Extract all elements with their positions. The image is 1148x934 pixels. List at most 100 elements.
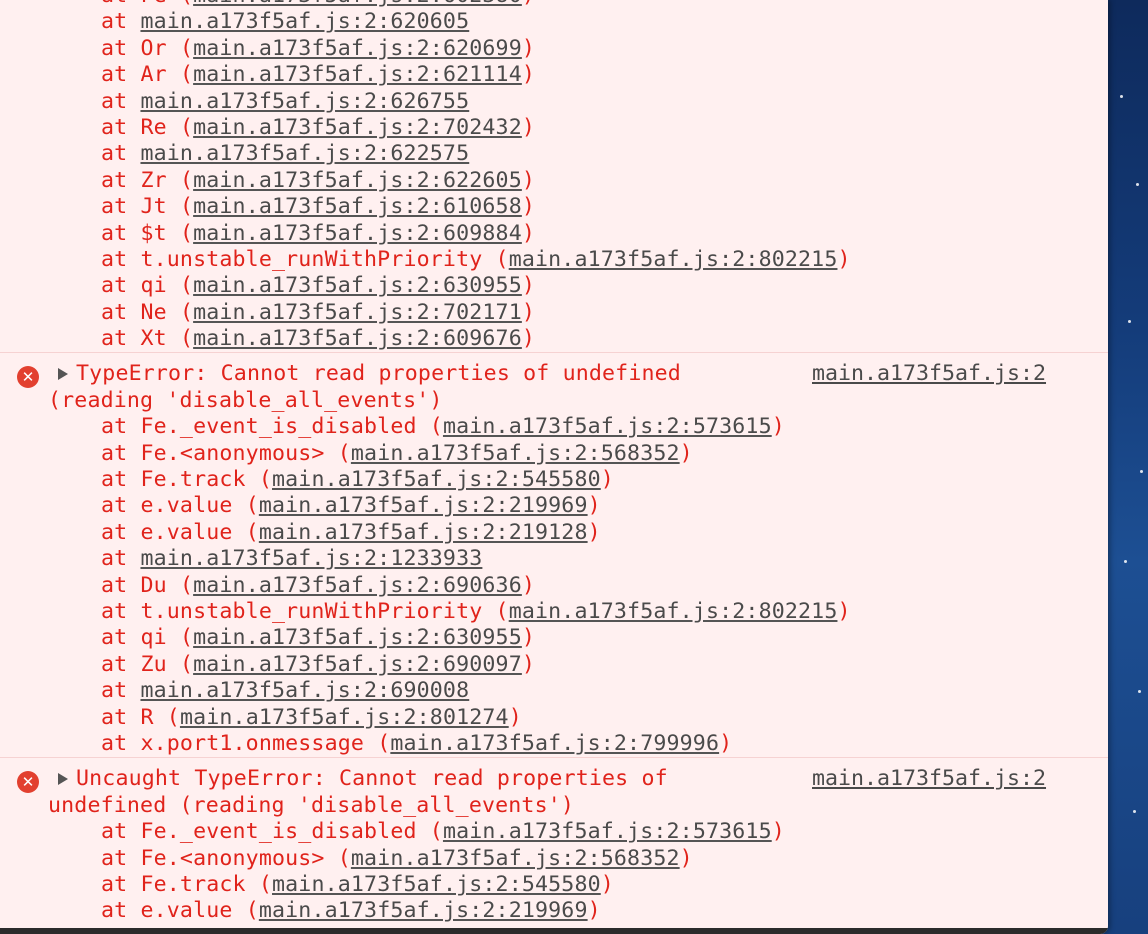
- paren-open: (: [179, 625, 194, 651]
- paren-open: (: [429, 819, 443, 845]
- paren-close: ): [837, 246, 851, 272]
- stack-frame-source-link[interactable]: main.a173f5af.js:2:702432: [193, 115, 522, 140]
- stack-frame-source-link[interactable]: main.a173f5af.js:2:626755: [140, 89, 469, 114]
- stack-frame-source-link[interactable]: main.a173f5af.js:2:1233933: [140, 546, 482, 571]
- paren-close: ): [587, 519, 601, 545]
- devtools-console-panel: at Fe (main.a173f5af.js:2:602380)at main…: [0, 0, 1108, 934]
- stack-frame-line: at Ne (main.a173f5af.js:2:702171): [0, 300, 1108, 326]
- stack-frame-source-link[interactable]: main.a173f5af.js:2:801274: [180, 705, 509, 730]
- stack-frame-at: at: [101, 493, 128, 519]
- stack-frame-at: at: [101, 704, 128, 730]
- stack-frame-function: Ne: [140, 299, 167, 325]
- error-message-text: TypeError: Cannot read properties of und…: [76, 361, 681, 387]
- stack-frame-function: Fe.<anonymous>: [140, 440, 325, 466]
- paren-close: ): [521, 651, 536, 677]
- paren-close: ): [600, 467, 614, 493]
- disclosure-triangle-icon[interactable]: [58, 773, 68, 786]
- stack-frame-at: at: [101, 9, 128, 35]
- paren-close: ): [719, 730, 733, 756]
- console-message-list: at Fe (main.a173f5af.js:2:602380)at main…: [0, 0, 1108, 925]
- paren-close: ): [771, 414, 785, 440]
- stack-frame-at: at: [101, 440, 128, 466]
- stack-frame-source-link[interactable]: main.a173f5af.js:2:802215: [509, 599, 838, 624]
- stack-trace: at Fe._event_is_disabled (main.a173f5af.…: [0, 819, 1108, 925]
- error-message-line: (reading 'disable_all_events'): [48, 387, 443, 413]
- error-source-link[interactable]: main.a173f5af.js:2: [812, 361, 1046, 387]
- stack-frame-function: Jt: [140, 194, 167, 220]
- stack-frame-source-link[interactable]: main.a173f5af.js:2:799996: [390, 731, 719, 756]
- stack-frame-source-link[interactable]: main.a173f5af.js:2:573615: [443, 414, 772, 439]
- stack-frame-source-link[interactable]: main.a173f5af.js:2:219969: [259, 898, 588, 923]
- paren-open: (: [179, 326, 194, 352]
- paren-open: (: [337, 440, 351, 466]
- star: [1140, 470, 1143, 473]
- stack-frame-source-link[interactable]: main.a173f5af.js:2:568352: [351, 441, 680, 466]
- stack-frame-source-link[interactable]: main.a173f5af.js:2:620605: [140, 9, 469, 34]
- error-message-line: undefined (reading 'disable_all_events'): [48, 792, 575, 818]
- paren-open: (: [179, 167, 194, 193]
- stack-frame-at: at: [101, 141, 128, 167]
- stack-frame-function: qi: [140, 273, 167, 299]
- stack-frame-source-link[interactable]: main.a173f5af.js:2:219128: [259, 520, 588, 545]
- stack-frame-function: Fe.<anonymous>: [140, 845, 325, 871]
- paren-open: (: [179, 35, 194, 61]
- stack-frame-line: at Fe.<anonymous> (main.a173f5af.js:2:56…: [0, 441, 1108, 467]
- stack-frame-source-link[interactable]: main.a173f5af.js:2:609884: [193, 221, 522, 246]
- error-message-text: Uncaught TypeError: Cannot read properti…: [76, 766, 668, 792]
- stack-frame-function: R: [140, 704, 154, 730]
- stack-frame-source-link[interactable]: main.a173f5af.js:2:622605: [193, 168, 522, 193]
- console-error-message: ✕ main.a173f5af.js:2 TypeError: Cannot r…: [0, 361, 1108, 759]
- paren-close: ): [771, 819, 785, 845]
- stack-frame-at: at: [101, 62, 128, 88]
- stack-frame-function: Ar: [140, 62, 167, 88]
- stack-frame-at: at: [101, 35, 128, 61]
- stack-frame-source-link[interactable]: main.a173f5af.js:2:622575: [140, 141, 469, 166]
- paren-open: (: [179, 62, 194, 88]
- stack-frame-at: at: [101, 273, 128, 299]
- stack-frame-at: at: [101, 167, 128, 193]
- disclosure-triangle-icon[interactable]: [58, 368, 68, 381]
- stack-trace: at Fe._event_is_disabled (main.a173f5af.…: [0, 414, 1108, 757]
- stack-frame-source-link[interactable]: main.a173f5af.js:2:568352: [351, 846, 680, 871]
- paren-open: (: [337, 845, 351, 871]
- stack-frame-source-link[interactable]: main.a173f5af.js:2:690097: [193, 652, 522, 677]
- stack-frame-source-link[interactable]: main.a173f5af.js:2:545580: [272, 872, 601, 897]
- stack-frame-line: at e.value (main.a173f5af.js:2:219128): [0, 520, 1108, 546]
- stack-frame-source-link[interactable]: main.a173f5af.js:2:621114: [193, 62, 522, 87]
- stack-frame-function: Zu: [140, 651, 167, 677]
- stack-frame-source-link[interactable]: main.a173f5af.js:2:610658: [193, 194, 522, 219]
- stack-frame-line: at e.value (main.a173f5af.js:2:219969): [0, 493, 1108, 519]
- paren-close: ): [521, 625, 536, 651]
- stack-frame-source-link[interactable]: main.a173f5af.js:2:702171: [193, 300, 522, 325]
- console-stack-block: at Fe (main.a173f5af.js:2:602380)at main…: [0, 0, 1108, 354]
- stack-frame-source-link[interactable]: main.a173f5af.js:2:630955: [193, 625, 522, 650]
- stack-frame-function: Fe._event_is_disabled: [140, 819, 417, 845]
- stack-frame-source-link[interactable]: main.a173f5af.js:2:620699: [193, 36, 522, 61]
- stack-frame-at: at: [101, 625, 128, 651]
- stack-frame-source-link[interactable]: main.a173f5af.js:2:690636: [193, 573, 522, 598]
- paren-open: (: [179, 114, 194, 140]
- stack-frame-source-link[interactable]: main.a173f5af.js:2:690008: [140, 678, 469, 703]
- stack-frame-at: at: [101, 730, 128, 756]
- paren-open: (: [377, 730, 391, 756]
- stack-frame-source-link[interactable]: main.a173f5af.js:2:630955: [193, 273, 522, 298]
- stack-frame-at: at: [101, 114, 128, 140]
- stack-frame-source-link[interactable]: main.a173f5af.js:2:802215: [509, 247, 838, 272]
- star: [1138, 690, 1141, 693]
- paren-close: ): [521, 114, 536, 140]
- error-source-link[interactable]: main.a173f5af.js:2: [812, 766, 1046, 792]
- stack-frame-source-link[interactable]: main.a173f5af.js:2:609676: [193, 326, 522, 351]
- stack-frame-at: at: [101, 88, 128, 114]
- stack-frame-source-link[interactable]: main.a173f5af.js:2:545580: [272, 467, 601, 492]
- stack-frame-source-link[interactable]: main.a173f5af.js:2:219969: [259, 493, 588, 518]
- stack-frame-source-link[interactable]: main.a173f5af.js:2:573615: [443, 819, 772, 844]
- stack-frame-source-link[interactable]: main.a173f5af.js:2:602380: [193, 0, 522, 8]
- stack-frame-line: at Fe (main.a173f5af.js:2:602380): [0, 0, 1108, 9]
- paren-open: (: [258, 871, 272, 897]
- stack-frame-at: at: [101, 651, 128, 677]
- stack-frame-at: at: [101, 246, 128, 272]
- stack-frame-function: e.value: [140, 519, 233, 545]
- paren-open: (: [245, 493, 259, 519]
- stack-frame-line: at Or (main.a173f5af.js:2:620699): [0, 36, 1108, 62]
- stack-frame-at: at: [101, 898, 128, 924]
